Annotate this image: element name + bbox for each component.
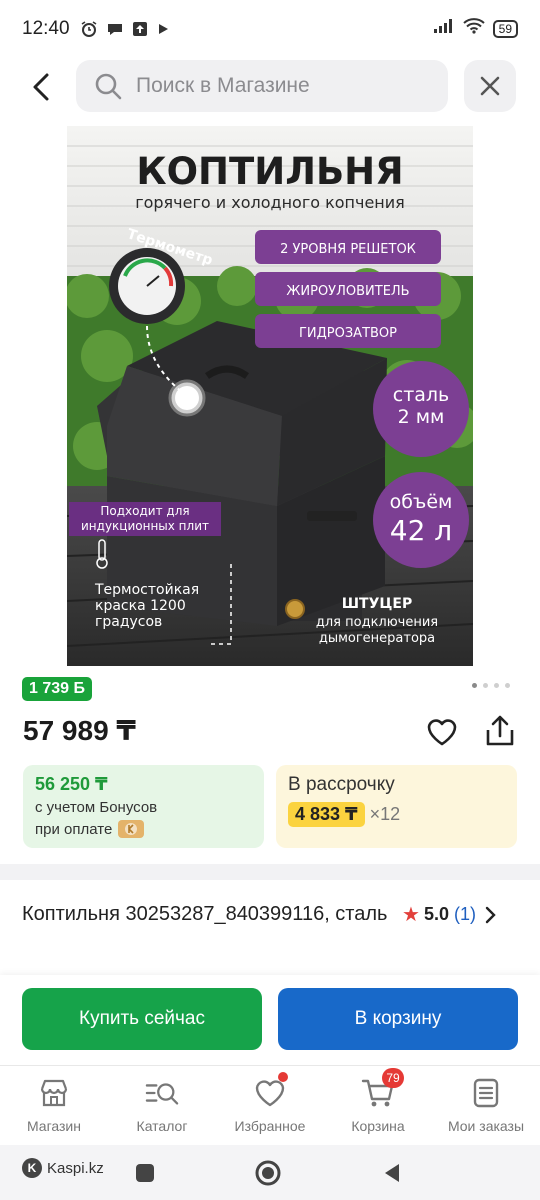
rating-link[interactable]: ★ 5.0 (1) (402, 902, 496, 927)
bonus-note-line1: с учетом Бонусов (35, 799, 158, 816)
paint-line3: градусов (95, 614, 162, 630)
star-icon: ★ (402, 904, 420, 926)
image-pagination[interactable] (472, 683, 510, 688)
tab-store[interactable]: Магазин (0, 1066, 108, 1145)
image-headline: КОПТИЛЬНЯ (136, 150, 403, 193)
search-header: Поиск в Магазине (0, 60, 540, 114)
bonus-price-card[interactable]: 56 250 ₸ с учетом Бонусов при оплате (23, 765, 264, 848)
share-button[interactable] (482, 712, 518, 750)
tab-label: Магазин (26, 1118, 81, 1134)
installment-amount: 4 833 ₸ (288, 802, 365, 827)
steel-line1: сталь (393, 384, 450, 406)
pagination-dot[interactable] (494, 683, 499, 688)
tab-label: Избранное (234, 1118, 306, 1134)
tab-favorites[interactable]: Избранное (216, 1066, 324, 1145)
play-icon (156, 22, 170, 36)
search-placeholder: Поиск в Магазине (136, 74, 310, 97)
feature-pill-levels: 2 УРОВНЯ РЕШЕТОК (280, 242, 416, 257)
recents-icon (136, 1164, 154, 1182)
pagination-dot[interactable] (483, 683, 488, 688)
upload-icon (132, 21, 148, 37)
chat-icon (106, 20, 124, 38)
installment-card[interactable]: В рассрочку 4 833 ₸ ×12 (276, 765, 517, 848)
bonus-note-row: при оплате (35, 820, 252, 838)
search-input[interactable]: Поиск в Магазине (76, 60, 448, 112)
close-search-button[interactable] (464, 60, 516, 112)
image-subheadline: горячего и холодного копчения (135, 193, 405, 212)
orders-icon (469, 1076, 503, 1110)
bonus-badge: 1 739 Б (22, 677, 92, 701)
bonus-note-line2: при оплате (35, 820, 113, 838)
installment-title: В рассрочку (288, 774, 395, 795)
volume-line1: объём (390, 491, 453, 513)
bottom-tab-bar: Магазин Каталог Избранное 79 Корзина Мои… (0, 1065, 540, 1145)
heart-icon (427, 719, 457, 746)
product-title: Коптильня 30253287_840399116, сталь (22, 903, 388, 925)
back-button[interactable] (24, 70, 58, 104)
review-count: (1) (453, 904, 476, 924)
back-triangle-icon (385, 1164, 399, 1182)
product-price: 57 989 ₸ (23, 715, 136, 746)
paint-line2: краска 1200 (95, 598, 186, 614)
product-photo: Термометр КОПТИЛЬНЯ горячего и холодного… (67, 126, 473, 666)
fitting-line2: дымогенератора (319, 631, 435, 646)
system-back-button[interactable] (372, 1153, 412, 1193)
tab-label: Мои заказы (447, 1118, 525, 1134)
back-arrow-icon (33, 73, 49, 101)
tab-catalog[interactable]: Каталог (108, 1066, 216, 1145)
steel-line2: 2 мм (398, 406, 445, 428)
induction-line2: индукционных плит (81, 519, 209, 533)
paint-line1: Термостойкая (94, 582, 199, 598)
fitting-line1: для подключения (316, 615, 438, 630)
fitting-title: ШТУЦЕР (342, 596, 412, 612)
kaspi-gold-icon (118, 820, 145, 838)
feature-pill-grease: ЖИРОУЛОВИТЕЛЬ (286, 284, 409, 299)
feature-pills: 2 УРОВНЯ РЕШЕТОК ЖИРОУЛОВИТЕЛЬ ГИДРОЗАТВ… (255, 230, 441, 348)
product-title-row[interactable]: Коптильня 30253287_840399116, сталь ★ 5.… (0, 880, 540, 976)
bonus-price: 56 250 ₸ (35, 774, 108, 794)
action-bar: Купить сейчас В корзину (0, 975, 540, 1065)
home-button[interactable] (248, 1153, 288, 1193)
store-icon (37, 1076, 71, 1110)
search-icon (95, 73, 122, 100)
feature-pill-seal: ГИДРОЗАТВОР (299, 326, 397, 341)
catalog-icon (145, 1076, 179, 1110)
volume-line2: 42 л (390, 514, 452, 547)
wifi-icon (462, 18, 485, 40)
home-icon (255, 1160, 281, 1186)
status-bar: 12:40 59 (0, 0, 540, 58)
signal-icon (433, 18, 455, 40)
alarm-icon (80, 20, 98, 38)
installment-multiplier: ×12 (369, 804, 401, 824)
buy-now-button[interactable]: Купить сейчас (22, 988, 262, 1050)
add-to-cart-button[interactable]: В корзину (278, 988, 518, 1050)
brand-logo: K Kaspi.kz (22, 1158, 104, 1178)
kaspi-logo-icon: K (22, 1158, 42, 1178)
product-image[interactable]: Термометр КОПТИЛЬНЯ горячего и холодного… (67, 126, 473, 666)
notification-dot (278, 1072, 288, 1082)
battery-icon: 59 (492, 20, 518, 38)
share-icon (486, 715, 514, 746)
tab-cart[interactable]: 79 Корзина (324, 1066, 432, 1145)
brand-name: Kaspi.kz (47, 1159, 104, 1177)
recents-button[interactable] (125, 1153, 165, 1193)
induction-line1: Подходит для (100, 504, 189, 518)
chevron-right-icon (484, 906, 496, 924)
status-time: 12:40 (22, 18, 70, 39)
pagination-dot[interactable] (505, 683, 510, 688)
section-divider (0, 864, 540, 880)
tab-orders[interactable]: Мои заказы (432, 1066, 540, 1145)
system-nav-bar: K Kaspi.kz (0, 1145, 540, 1200)
pagination-dot[interactable] (472, 683, 477, 688)
cart-badge: 79 (382, 1068, 404, 1088)
tab-label: Каталог (136, 1118, 188, 1134)
favorite-button[interactable] (424, 714, 460, 750)
close-icon (480, 76, 500, 96)
rating-score: 5.0 (423, 904, 449, 924)
tab-label: Корзина (351, 1118, 405, 1134)
